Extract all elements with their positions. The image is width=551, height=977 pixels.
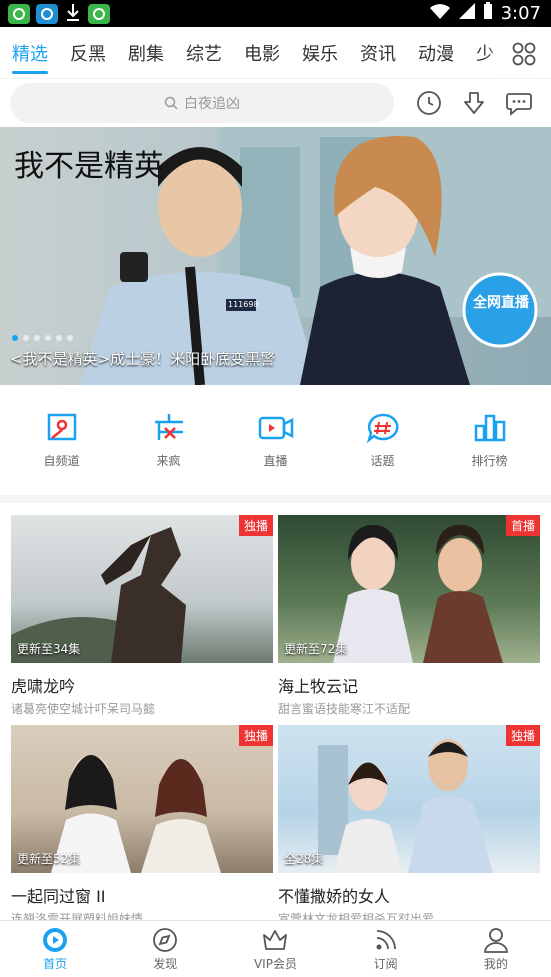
episode-status: 更新至34集	[17, 642, 81, 656]
search-row: 白夜追凶	[0, 79, 551, 127]
tab-fanhei[interactable]: 反黑	[70, 40, 106, 66]
bottom-navigation: 首页 发现 VIP会员 订阅 我的	[0, 920, 551, 977]
tab-zongyi[interactable]: 综艺	[186, 40, 222, 66]
quick-label: 来疯	[156, 453, 181, 468]
carousel-dot	[12, 335, 18, 341]
carousel-dot	[34, 335, 40, 341]
tab-dongman[interactable]: 动漫	[418, 40, 454, 66]
play-circle-icon	[43, 927, 68, 952]
section-divider	[0, 495, 551, 503]
carousel-dot	[45, 335, 51, 341]
tab-juji[interactable]: 剧集	[128, 40, 164, 66]
wifi-icon	[429, 3, 451, 24]
police-number: 111698	[228, 300, 259, 309]
episode-status: 更新至52集	[17, 852, 81, 866]
card-title[interactable]: 海上牧云记	[278, 673, 540, 697]
episode-status: 全28集	[284, 852, 324, 866]
quick-label: 排行榜	[471, 453, 508, 468]
live-badge[interactable]: 全网直播	[470, 295, 532, 311]
app-icon-3	[88, 3, 110, 24]
exclusive-badge: 独播	[238, 515, 273, 536]
card-subtitle: 甜言蜜语技能寒江不适配	[278, 702, 411, 716]
card-title[interactable]: 不懂撒娇的女人	[278, 883, 540, 907]
carousel-dot	[67, 335, 73, 341]
hero-banner[interactable]: 我不是精英 全网直播 111698 <我不是精英>成士豪！米阳卧底变黑警	[0, 127, 551, 385]
search-input[interactable]: 白夜追凶	[10, 83, 394, 123]
chat-icon	[505, 93, 532, 116]
content-grid: 独播 更新至34集 虎啸龙吟 诸葛亮使空城计吓呆司马懿 首播 更新至72集 海上…	[0, 503, 551, 935]
nav-vip[interactable]: VIP会员	[230, 927, 320, 972]
card-thumbnail[interactable]: 独播 更新至52集	[11, 725, 273, 873]
quick-laifeng[interactable]: 来疯	[129, 412, 209, 469]
quick-label: 话题	[370, 453, 395, 468]
banner-caption: <我不是精英>成士豪！米阳卧底变黑警	[10, 350, 276, 368]
nav-discover[interactable]: 发现	[120, 927, 210, 972]
app-icon-2	[36, 3, 58, 24]
crown-icon	[263, 929, 288, 950]
quick-entries: 自频道 来疯 直播 话题 排行榜	[0, 385, 551, 495]
content-card[interactable]: 独播 全28集 不懂撒娇的女人 宣萱林文龙相爱相杀互怼出爱	[278, 725, 540, 935]
nav-label: VIP会员	[253, 956, 297, 971]
carousel-dot	[23, 335, 29, 341]
nav-label: 首页	[43, 956, 68, 971]
person-icon	[483, 927, 508, 953]
ranking-icon	[474, 414, 505, 441]
battery-icon	[483, 2, 493, 25]
content-card[interactable]: 首播 更新至72集 海上牧云记 甜言蜜语技能寒江不适配	[278, 515, 540, 725]
nav-home[interactable]: 首页	[10, 927, 100, 972]
category-tabs: 精选 反黑 剧集 综艺 电影 娱乐 资讯 动漫 少	[0, 27, 551, 79]
message-button[interactable]	[496, 83, 541, 123]
quick-live[interactable]: 直播	[236, 412, 316, 469]
topic-icon	[366, 413, 398, 443]
carousel-indicator	[12, 335, 73, 341]
nav-label: 订阅	[373, 956, 398, 971]
content-card[interactable]: 独播 更新至52集 一起同过窗 II 连翘洛雪开展塑料姐妹情	[11, 725, 273, 935]
tab-zixun[interactable]: 资讯	[360, 40, 396, 66]
tab-yule[interactable]: 娱乐	[302, 40, 338, 66]
laifeng-icon	[154, 413, 183, 440]
download-arrow-icon	[463, 92, 484, 114]
clock: 3:07	[500, 3, 541, 24]
compass-icon	[153, 927, 178, 952]
download-button[interactable]	[451, 83, 496, 123]
app-icon-1	[8, 3, 30, 24]
download-icon	[64, 2, 82, 26]
nav-label: 我的	[483, 956, 508, 971]
live-icon	[258, 416, 293, 439]
card-thumbnail[interactable]: 首播 更新至72集	[278, 515, 540, 663]
grid-icon	[512, 42, 536, 66]
exclusive-badge: 独播	[238, 725, 273, 746]
rss-icon	[376, 929, 396, 949]
signal-icon	[458, 3, 475, 24]
status-bar: 3:07	[0, 0, 551, 27]
card-thumbnail[interactable]: 独播 更新至34集	[11, 515, 273, 663]
tab-jingxuan[interactable]: 精选	[12, 40, 48, 74]
all-channels-button[interactable]	[505, 35, 543, 73]
nav-profile[interactable]: 我的	[451, 927, 541, 972]
quick-ranking[interactable]: 排行榜	[450, 412, 530, 469]
content-card[interactable]: 独播 更新至34集 虎啸龙吟 诸葛亮使空城计吓呆司马懿	[11, 515, 273, 725]
tab-shao[interactable]: 少	[476, 40, 494, 66]
quick-self-channel[interactable]: 自频道	[22, 412, 102, 469]
search-placeholder: 白夜追凶	[184, 96, 240, 112]
nav-subscribe[interactable]: 订阅	[341, 927, 431, 972]
search-icon	[164, 96, 178, 110]
quick-label: 直播	[263, 453, 288, 468]
exclusive-badge: 独播	[505, 725, 540, 746]
card-thumbnail[interactable]: 独播 全28集	[278, 725, 540, 873]
carousel-dot	[56, 335, 62, 341]
nav-label: 发现	[153, 956, 178, 971]
show-logo: 我不是精英	[14, 149, 164, 184]
clock-icon	[416, 91, 441, 115]
card-subtitle: 诸葛亮使空城计吓呆司马懿	[11, 702, 156, 716]
quick-topic[interactable]: 话题	[343, 412, 423, 469]
history-button[interactable]	[406, 83, 451, 123]
card-title[interactable]: 虎啸龙吟	[11, 673, 273, 697]
tab-dianying[interactable]: 电影	[244, 40, 280, 66]
self-channel-icon	[47, 413, 76, 440]
quick-label: 自频道	[43, 453, 80, 468]
episode-status: 更新至72集	[284, 642, 348, 656]
card-title[interactable]: 一起同过窗 II	[11, 883, 273, 907]
premiere-badge: 首播	[505, 515, 540, 536]
